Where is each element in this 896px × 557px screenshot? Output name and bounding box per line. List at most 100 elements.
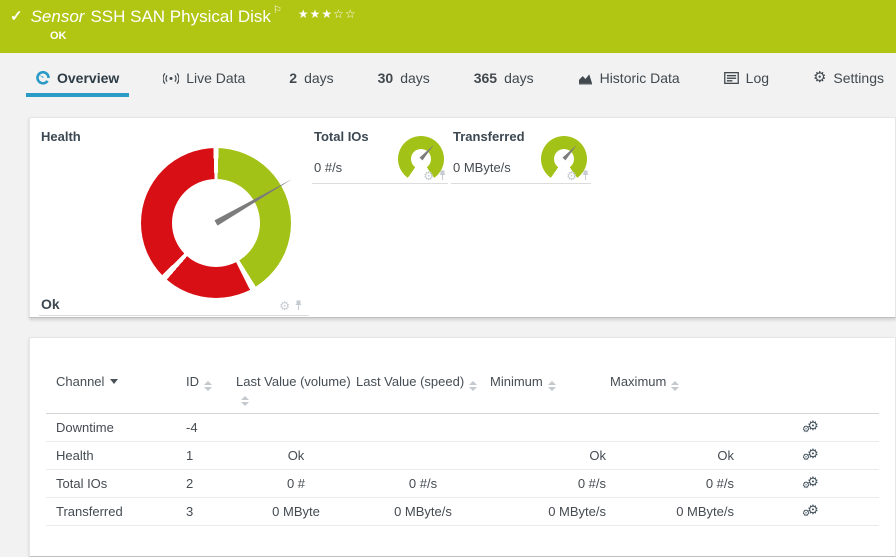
column-header-last-value-speed[interactable]: Last Value (speed): [356, 374, 490, 414]
channel-name: Downtime: [46, 413, 186, 442]
health-donut-gauge: [141, 148, 294, 298]
gauge-icon: [36, 71, 50, 85]
tab-settings[interactable]: ⚙ Settings: [803, 63, 894, 97]
pin-icon[interactable]: [581, 170, 590, 181]
tab-2-days[interactable]: 2 days: [279, 63, 343, 97]
channel-id: 1: [186, 441, 236, 470]
tab-label: days: [504, 70, 534, 86]
tab-number: 365: [473, 70, 498, 86]
gauge-value: Ok: [41, 296, 60, 312]
tab-label: Settings: [833, 70, 884, 86]
minimum-value: [490, 413, 610, 442]
sort-desc-icon: [110, 379, 119, 384]
column-header-id[interactable]: ID: [186, 374, 236, 414]
gear-icon[interactable]: ⚙: [566, 170, 577, 182]
minimum-value: 0 MByte/s: [490, 497, 610, 526]
table-row[interactable]: Downtime -4 ⚙ ⚙: [46, 413, 879, 442]
last-value-volume: [236, 413, 356, 442]
object-kind-label: Sensor: [30, 7, 85, 26]
last-value-volume: 0 #: [236, 469, 356, 498]
table-row[interactable]: Health 1 Ok Ok Ok ⚙ ⚙: [46, 441, 879, 470]
channel-id: 3: [186, 497, 236, 526]
gear-icon: ⚙: [812, 69, 827, 86]
gauge-value: 0 #/s: [314, 160, 343, 175]
tab-30-days[interactable]: 30 days: [368, 63, 440, 97]
channel-name: Transferred: [46, 497, 186, 526]
tab-label: Overview: [57, 70, 120, 86]
health-gauge-tile[interactable]: Health Ok ⚙: [39, 124, 309, 316]
tab-label: days: [400, 70, 430, 86]
tab-historic-data[interactable]: Historic Data: [568, 63, 690, 97]
last-value-volume: Ok: [236, 441, 356, 470]
gauge-title: Total IOs: [314, 129, 369, 144]
maximum-value: 0 #/s: [610, 469, 738, 498]
tab-label: days: [304, 70, 334, 86]
channel-settings-icon[interactable]: ⚙ ⚙: [802, 475, 819, 490]
last-value-speed: 0 #/s: [356, 469, 490, 498]
table-row[interactable]: Total IOs 2 0 # 0 #/s 0 #/s 0 #/s ⚙ ⚙: [46, 469, 879, 498]
sort-icon: [671, 381, 680, 391]
log-list-icon: [723, 72, 739, 84]
column-header-maximum[interactable]: Maximum: [610, 374, 738, 414]
priority-stars[interactable]: ★★★☆☆: [298, 4, 357, 24]
tab-label: Live Data: [186, 70, 246, 86]
flag-icon[interactable]: ⚐: [273, 1, 282, 21]
column-header-last-value-volume[interactable]: Last Value (volume): [236, 374, 356, 414]
tab-label: Historic Data: [599, 70, 680, 86]
tile-actions: ⚙: [566, 170, 590, 182]
tile-actions: ⚙: [423, 170, 447, 182]
total-ios-gauge-tile[interactable]: Total IOs 0 #/s ⚙: [312, 124, 448, 184]
maximum-value: 0 MByte/s: [610, 497, 738, 526]
sort-icon: [469, 381, 478, 391]
tab-number: 2: [289, 70, 298, 86]
sort-icon: [547, 381, 556, 391]
sort-icon: [241, 396, 249, 406]
transferred-gauge-tile[interactable]: Transferred 0 MByte/s ⚙: [451, 124, 591, 184]
maximum-value: Ok: [610, 441, 738, 470]
gauge-title: Health: [41, 129, 81, 144]
minimum-value: 0 #/s: [490, 469, 610, 498]
channel-id: -4: [186, 413, 236, 442]
overview-gauges-panel: Health Ok ⚙ Total IOs 0 #/s ⚙ Transferre…: [29, 117, 896, 318]
tab-number: 30: [377, 70, 394, 86]
channel-settings-icon[interactable]: ⚙ ⚙: [802, 503, 819, 518]
last-value-speed: [356, 441, 490, 470]
tab-365-days[interactable]: 365 days: [464, 63, 544, 97]
channel-id: 2: [186, 469, 236, 498]
area-chart-icon: [578, 72, 593, 85]
channel-settings-icon[interactable]: ⚙ ⚙: [802, 419, 819, 434]
gear-icon[interactable]: ⚙: [423, 170, 434, 182]
table-header-row: Channel ID Last Value (volume) Last Valu…: [46, 374, 879, 414]
tile-actions: ⚙: [279, 300, 303, 312]
pin-icon[interactable]: [294, 300, 303, 311]
gauge-title: Transferred: [453, 129, 525, 144]
tab-label: Log: [745, 70, 770, 86]
channel-name: Health: [46, 441, 186, 470]
column-header-channel[interactable]: Channel: [46, 374, 186, 414]
channel-name: Total IOs: [46, 469, 186, 498]
ok-check-icon: ✓: [10, 8, 23, 25]
sensor-tab-bar: Overview Live Data 2 days 30 days 365 da…: [0, 53, 896, 110]
last-value-volume: 0 MByte: [236, 497, 356, 526]
table-row[interactable]: Transferred 3 0 MByte 0 MByte/s 0 MByte/…: [46, 497, 879, 526]
channel-table: Channel ID Last Value (volume) Last Valu…: [46, 374, 879, 526]
tab-live-data[interactable]: Live Data: [153, 63, 255, 97]
channel-settings-icon[interactable]: ⚙ ⚙: [802, 447, 819, 462]
column-header-minimum[interactable]: Minimum: [490, 374, 610, 414]
tab-log[interactable]: Log: [714, 63, 779, 97]
gauge-value: 0 MByte/s: [453, 160, 511, 175]
last-value-speed: 0 MByte/s: [356, 497, 490, 526]
status-badge: OK: [50, 30, 67, 42]
pin-icon[interactable]: [438, 170, 447, 181]
last-value-speed: [356, 413, 490, 442]
gear-icon[interactable]: ⚙: [279, 300, 290, 312]
sensor-title-row: ✓ Sensor SSH SAN Physical Disk ⚐ ★★★☆☆: [0, 0, 896, 27]
channel-table-panel: Channel ID Last Value (volume) Last Valu…: [29, 337, 896, 557]
live-data-icon: [163, 72, 180, 85]
sensor-title: SSH SAN Physical Disk: [90, 7, 271, 26]
tab-overview[interactable]: Overview: [26, 63, 130, 97]
maximum-value: [610, 413, 738, 442]
minimum-value: Ok: [490, 441, 610, 470]
sensor-status-header: ✓ Sensor SSH SAN Physical Disk ⚐ ★★★☆☆ O…: [0, 0, 896, 53]
column-header-actions: [738, 374, 879, 414]
